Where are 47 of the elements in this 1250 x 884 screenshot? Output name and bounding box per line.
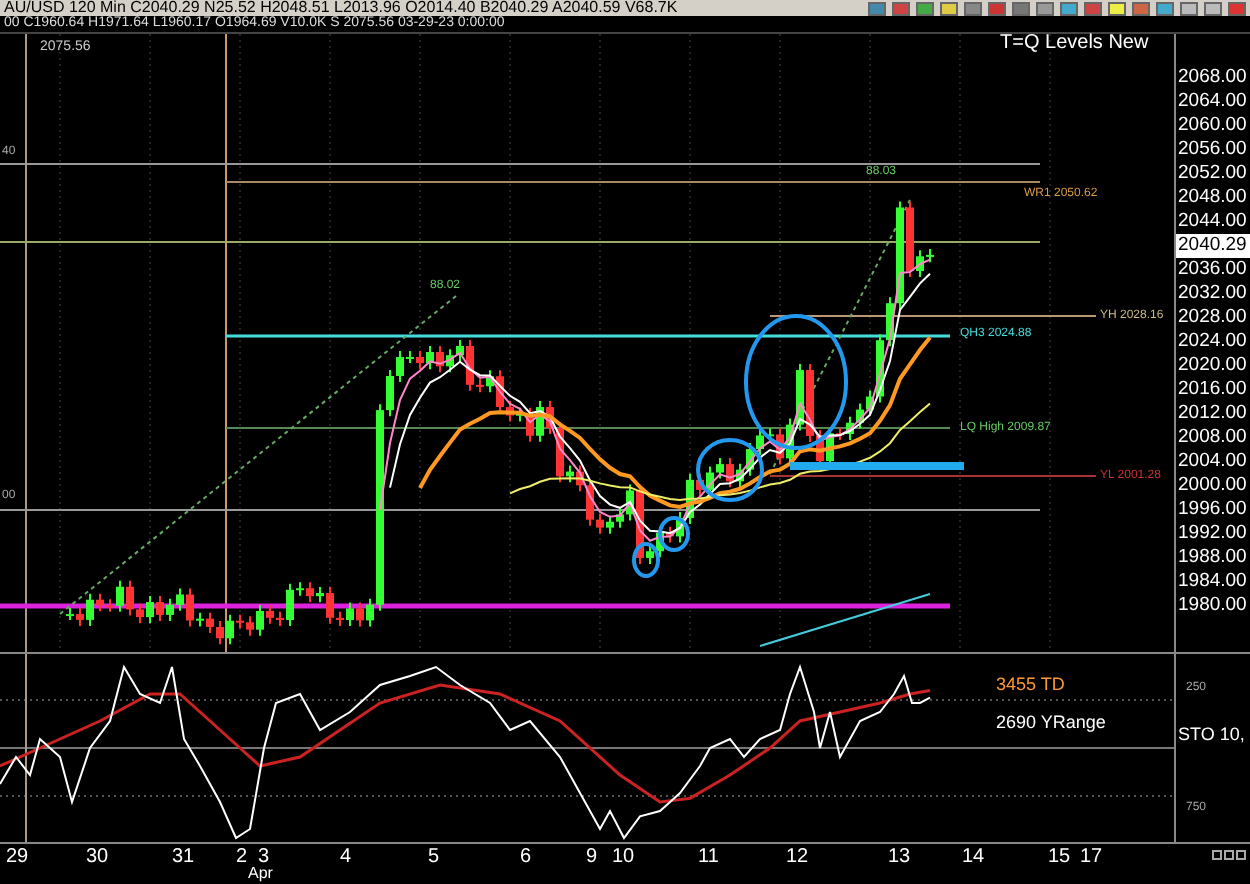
price-axis-label: 2032.00 xyxy=(1176,282,1249,306)
date-axis-label: 5 xyxy=(428,848,440,868)
date-axis-label: 12 xyxy=(786,848,809,868)
date-axis-label: 11 xyxy=(698,848,719,868)
circle-marker xyxy=(632,542,660,578)
date-axis-label: Apr xyxy=(248,866,273,882)
price-axis-label: 2060.00 xyxy=(1176,114,1249,138)
chart-title: T=Q Levels New xyxy=(1000,34,1149,54)
date-axis-label: 9 xyxy=(586,848,598,868)
date-axis-label: 10 xyxy=(612,848,635,868)
price-axis-label: 2008.00 xyxy=(1176,426,1249,450)
indicator-label: 3455 TD xyxy=(996,676,1065,694)
price-axis-label: 2000.00 xyxy=(1176,474,1249,498)
price-axis-label: 2020.00 xyxy=(1176,354,1249,378)
date-axis-label: 30 xyxy=(86,848,109,868)
symbol-quote-text: AU/USD 120 Min C2040.29 N25.52 H2048.51 L2013.96 O2014.40 B2040.29 A2040.59 V68.7K xyxy=(2,0,678,16)
price-axis-label: 2064.00 xyxy=(1176,90,1249,114)
date-axis-label: 17 xyxy=(1080,848,1103,868)
price-axis-label: 2056.00 xyxy=(1176,138,1249,162)
date-axis-label: 14 xyxy=(962,848,985,868)
price-axis-label: 1996.00 xyxy=(1176,498,1249,522)
price-axis-label: 2028.00 xyxy=(1176,306,1249,330)
price-axis-label: 2040.29 xyxy=(1176,234,1250,258)
price-axis-label: 1988.00 xyxy=(1176,546,1249,570)
date-axis-label: 6 xyxy=(520,848,532,868)
price-axis-label: 2048.00 xyxy=(1176,186,1249,210)
date-axis-label: 3 xyxy=(258,848,270,868)
circle-marker xyxy=(658,516,690,552)
price-axis-label: 1992.00 xyxy=(1176,522,1249,546)
oscillator-name: STO 10, xyxy=(1178,726,1245,744)
price-axis-label: 2024.00 xyxy=(1176,330,1249,354)
price-axis-label: 1980.00 xyxy=(1176,594,1249,618)
price-axis-label: 1984.00 xyxy=(1176,570,1249,594)
date-axis-label: 4 xyxy=(340,848,352,868)
price-axis-label: 2016.00 xyxy=(1176,378,1249,402)
date-axis-label: 29 xyxy=(6,848,29,868)
indicator-label: 2690 YRange xyxy=(996,714,1106,732)
date-axis-label: 13 xyxy=(888,848,911,868)
date-axis-label: 31 xyxy=(172,848,195,868)
date-axis-label: 15 xyxy=(1048,848,1071,868)
price-axis-label: 2068.00 xyxy=(1176,66,1249,90)
price-axis-label: 2004.00 xyxy=(1176,450,1249,474)
price-axis-label: 2036.00 xyxy=(1176,258,1249,282)
price-axis-label: 2012.00 xyxy=(1176,402,1249,426)
date-axis-label: 2 xyxy=(236,848,248,868)
price-axis-label: 2052.00 xyxy=(1176,162,1249,186)
price-axis-label: 2044.00 xyxy=(1176,210,1249,234)
